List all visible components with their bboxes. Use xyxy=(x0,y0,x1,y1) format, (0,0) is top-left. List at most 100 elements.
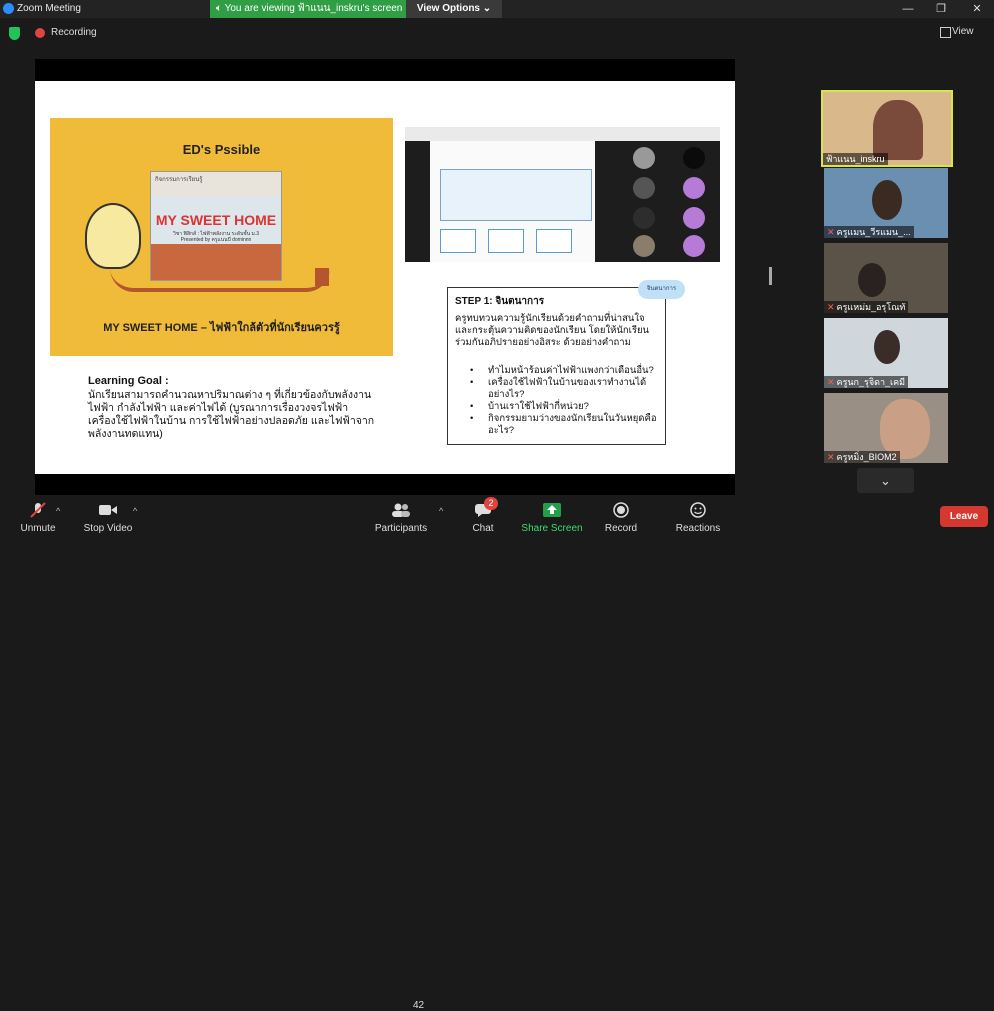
chat-button[interactable]: Chat xyxy=(445,497,521,543)
mic-muted-icon xyxy=(30,502,46,518)
viewing-text: You are viewing ฟ้าแนน_inskru's screen xyxy=(224,3,403,14)
stop-video-button[interactable]: Stop Video xyxy=(70,497,146,543)
avatar xyxy=(633,177,655,199)
mic-muted-icon: ✕ xyxy=(827,302,835,312)
panel-resize-handle[interactable] xyxy=(769,267,772,285)
speaker-icon: 🔈︎ xyxy=(216,3,222,14)
lesson-poster: กิจกรรมการเรียนรู้ MY SWEET HOME วิชา ฟิ… xyxy=(150,171,282,281)
poster-title: MY SWEET HOME xyxy=(155,212,277,228)
recording-label: Recording xyxy=(51,27,97,38)
avatar xyxy=(633,235,655,257)
participants-button[interactable]: Participants xyxy=(363,497,439,543)
embedded-whiteboard xyxy=(430,141,595,262)
participant-name: ครูแมน_วีรแมน_... xyxy=(836,227,911,237)
participants-icon xyxy=(392,503,410,517)
step-title: STEP 1: จินตนาการ xyxy=(455,296,545,307)
embedded-meeting-screenshot xyxy=(405,127,720,262)
minimize-button[interactable]: — xyxy=(893,1,923,17)
participant-video xyxy=(872,180,902,220)
video-options-caret[interactable]: ^ xyxy=(133,506,137,516)
participants-options-caret[interactable]: ^ xyxy=(439,506,443,516)
list-item: บ้านเราใช้ไฟฟ้ากี่หน่วย? xyxy=(470,401,660,413)
video-camera-icon xyxy=(99,505,117,515)
close-button[interactable]: ✕ xyxy=(962,1,992,17)
step-body: ครูทบทวนความรู้นักเรียนด้วยคำถามที่น่าสน… xyxy=(455,313,650,348)
view-options-button[interactable]: View Options ⌄ xyxy=(406,0,502,18)
avatar xyxy=(683,235,705,257)
title-bar: Zoom Meeting 🔈︎ You are viewing ฟ้าแนน_i… xyxy=(0,0,994,18)
mic-muted-icon: ✕ xyxy=(827,227,835,237)
participant-tile[interactable]: ✕ ครูแมน_วีรแมน_... xyxy=(824,168,948,238)
window-title: Zoom Meeting xyxy=(17,3,81,14)
participant-name: ครูหมิ่ง_BIOM2 xyxy=(836,452,897,462)
participants-label: Participants xyxy=(374,523,428,534)
mic-muted-icon: ✕ xyxy=(827,377,835,387)
avatar xyxy=(683,207,705,229)
participant-name-label: ✕ ครูแหม่ม_อรุโณทั xyxy=(824,301,909,313)
restore-button[interactable]: ❐ xyxy=(926,1,956,17)
audio-options-caret[interactable]: ^ xyxy=(56,506,60,516)
grid-view-icon[interactable] xyxy=(940,27,951,38)
stop-video-label: Stop Video xyxy=(83,523,133,534)
avatar xyxy=(683,147,705,169)
avatar xyxy=(683,177,705,199)
participant-name: ฟ้าแนน_inskru xyxy=(823,153,888,165)
lightbulb-icon xyxy=(85,203,141,269)
mic-muted-icon: ✕ xyxy=(827,452,835,462)
participant-count: 42 xyxy=(413,1000,425,1011)
avatar xyxy=(633,147,655,169)
security-shield-icon[interactable] xyxy=(9,27,20,40)
step-question-list: ทำไมหน้าร้อนค่าไฟฟ้าแพงกว่าเดือนอื่น? เค… xyxy=(470,365,660,437)
participant-tile[interactable]: ✕ ครูนก_รุจิดา_เคมี xyxy=(824,318,948,388)
viewing-banner: 🔈︎ You are viewing ฟ้าแนน_inskru's scree… xyxy=(210,0,409,18)
participant-tile[interactable]: ✕ ครูหมิ่ง_BIOM2 xyxy=(824,393,948,463)
plug-icon xyxy=(315,268,329,286)
lesson-card: ED's Pssible กิจกรรมการเรียนรู้ MY SWEET… xyxy=(50,118,393,356)
participant-tile[interactable]: ✕ ครูแหม่ม_อรุโณทั xyxy=(824,243,948,313)
step-box: STEP 1: จินตนาการ ครูทบทวนความรู้นักเรีย… xyxy=(447,287,666,445)
leave-button[interactable]: Leave xyxy=(940,506,988,527)
record-label: Record xyxy=(604,523,638,534)
embedded-browser-bar xyxy=(405,127,720,141)
record-button[interactable]: Record xyxy=(583,497,659,543)
appliance-card xyxy=(488,229,524,253)
participant-name-label: ✕ ครูแมน_วีรแมน_... xyxy=(824,226,914,238)
list-item: ทำไมหน้าร้อนค่าไฟฟ้าแพงกว่าเดือนอื่น? xyxy=(470,365,660,377)
kitchen-drawing xyxy=(440,169,592,221)
card-title: ED's Pssible xyxy=(182,142,261,157)
participant-name: ครูนก_รุจิดา_เคมี xyxy=(836,377,906,387)
smiley-icon xyxy=(690,502,706,518)
status-row: Recording View xyxy=(0,18,994,48)
chevron-down-icon: ⌄ xyxy=(880,473,891,488)
card-subtitle: MY SWEET HOME – ไฟฟ้าใกล้ตัวที่นักเรียนค… xyxy=(103,322,340,334)
participant-video xyxy=(880,399,930,459)
share-screen-button[interactable]: Share Screen xyxy=(514,497,590,543)
unmute-label: Unmute xyxy=(20,523,56,534)
participant-video xyxy=(874,330,900,364)
learning-goal-title: Learning Goal : xyxy=(88,375,169,387)
cord-illustration xyxy=(110,268,330,292)
participant-name-label: ✕ ครูหมิ่ง_BIOM2 xyxy=(824,451,900,463)
poster-byline: Presented by ครูแนนบี dominnn xyxy=(180,237,252,243)
learning-goal-text: นักเรียนสามารถคำนวณหาปริมาณต่าง ๆ ที่เกี… xyxy=(88,389,375,440)
participant-name: ครูแหม่ม_อรุโณทั xyxy=(836,302,906,312)
avatar xyxy=(633,207,655,229)
share-screen-icon xyxy=(543,503,561,517)
cloud-label: จินตนาการ xyxy=(638,280,685,299)
appliance-card xyxy=(536,229,572,253)
poster-top: กิจกรรมการเรียนรู้ xyxy=(151,172,281,196)
gallery-scroll-down-button[interactable]: ⌄ xyxy=(857,468,914,493)
participant-tile[interactable]: ฟ้าแนน_inskru xyxy=(821,90,953,167)
participant-video xyxy=(873,100,923,160)
view-options-label: View Options xyxy=(416,3,480,14)
participant-name-label: ✕ ครูนก_รุจิดา_เคมี xyxy=(824,376,909,388)
chat-label: Chat xyxy=(472,523,494,534)
view-button[interactable]: View xyxy=(952,26,974,37)
record-icon xyxy=(613,502,629,518)
reactions-button[interactable]: Reactions xyxy=(660,497,736,543)
chat-unread-badge: 2 xyxy=(484,497,498,510)
appliance-card xyxy=(440,229,476,253)
unmute-button[interactable]: Unmute xyxy=(0,497,76,543)
poster-header: กิจกรรมการเรียนรู้ xyxy=(155,177,203,183)
zoom-logo-icon xyxy=(3,3,14,14)
